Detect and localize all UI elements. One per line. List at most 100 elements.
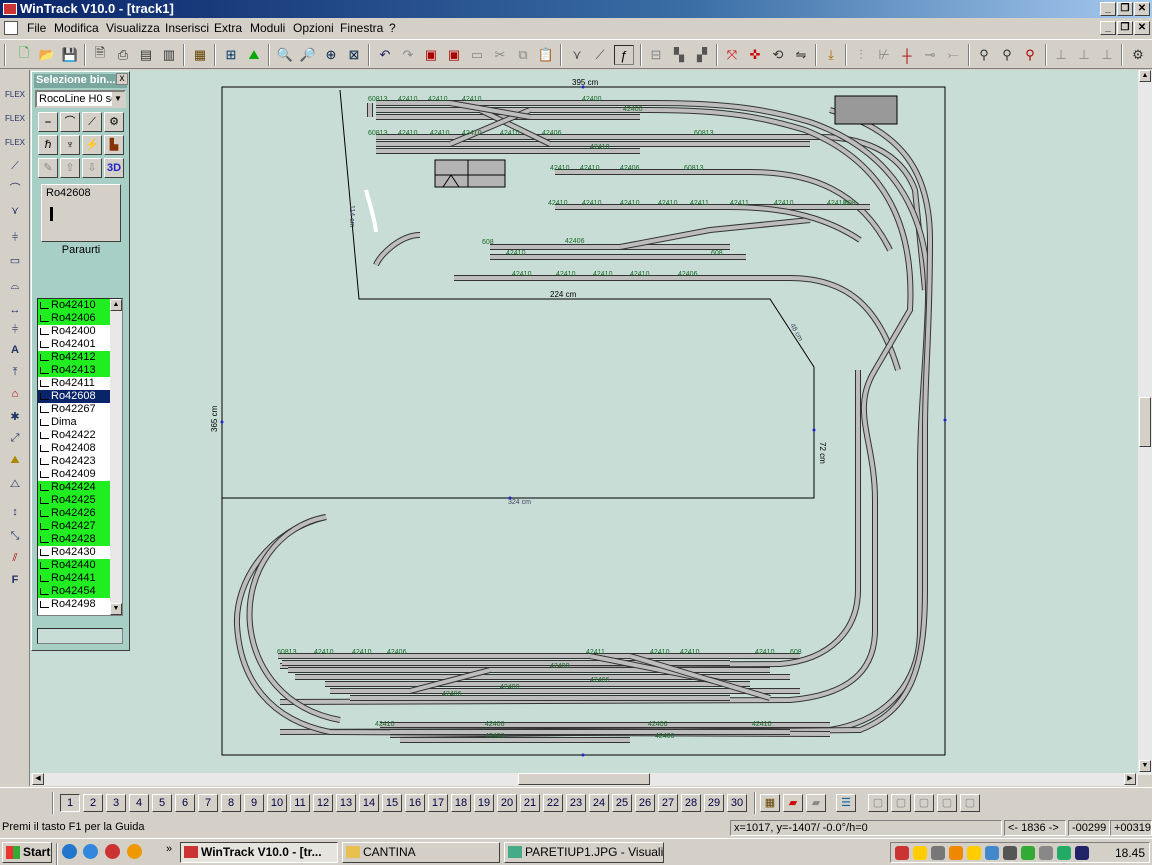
menu-modifica[interactable]: Modifica [54, 21, 99, 35]
layer-button-17[interactable]: 17 [428, 794, 448, 812]
scroll-left-icon[interactable]: ◀ [32, 773, 44, 785]
list-item[interactable]: Ro42427 [38, 520, 110, 533]
layer-button-19[interactable]: 19 [474, 794, 494, 812]
cut-icon[interactable]: ✂ [490, 45, 510, 65]
settings-icon[interactable]: ⚙ [1128, 45, 1148, 65]
task-cantina[interactable]: CANTINA [342, 842, 500, 863]
filter-field[interactable] [37, 628, 123, 644]
list-item[interactable]: Ro42454 [38, 585, 110, 598]
layer-button-3[interactable]: 3 [106, 794, 126, 812]
layer-button-24[interactable]: 24 [589, 794, 609, 812]
view-4-icon[interactable]: ▢ [937, 794, 957, 812]
power-button[interactable]: ⚡ [82, 135, 102, 155]
undo-icon[interactable]: ↶ [375, 45, 395, 65]
curve-track-button[interactable]: ⌒ [60, 112, 80, 132]
flex-track-2-tool-icon[interactable]: FLEX [5, 108, 25, 128]
media-icon[interactable] [105, 844, 120, 859]
tunnel-tool-icon[interactable]: ⫩ [5, 320, 25, 340]
tray-icon-10[interactable] [1057, 846, 1071, 860]
layer-button-15[interactable]: 15 [382, 794, 402, 812]
layer-button-27[interactable]: 27 [658, 794, 678, 812]
scroll-up-icon[interactable]: ▲ [1139, 70, 1151, 82]
grid-icon[interactable]: ⊞ [221, 45, 241, 65]
layer-button-12[interactable]: 12 [313, 794, 333, 812]
disconnect-icon[interactable]: ✜ [745, 45, 765, 65]
tray-shield-icon[interactable] [913, 846, 927, 860]
gradient-tool-icon[interactable]: ⤡ [5, 526, 25, 546]
layer-button-26[interactable]: 26 [635, 794, 655, 812]
paste-icon[interactable]: 📋 [536, 45, 556, 65]
layer-stack-icon[interactable]: ☰ [836, 794, 856, 812]
cross-icon[interactable]: ┼ [897, 45, 917, 65]
extend-icon[interactable]: ⤚ [943, 45, 963, 65]
scroll-down-icon[interactable]: ▼ [1139, 760, 1151, 772]
list-item[interactable]: Ro42406 [38, 312, 110, 325]
copy-icon[interactable]: ⧉ [513, 45, 533, 65]
view-2-icon[interactable]: ▢ [891, 794, 911, 812]
layer-red-icon[interactable]: ▰ [783, 794, 803, 812]
list-item[interactable]: Ro42424 [38, 481, 110, 494]
track-system-select[interactable]: RocoLine H0 se ▼ [35, 90, 126, 108]
bridge-tool-icon[interactable]: ⌓ [5, 276, 25, 296]
list-item[interactable]: Ro42608 [38, 390, 110, 403]
turntable-button[interactable]: ⚙ [104, 112, 124, 132]
document-icon[interactable] [4, 21, 18, 35]
switch-tool-icon[interactable]: ⋎ [5, 200, 25, 220]
font-tool-icon[interactable]: F [5, 570, 25, 590]
view-3d-button[interactable]: 3D [104, 158, 124, 178]
group-icon[interactable]: ▚ [669, 45, 689, 65]
layer-button-1[interactable]: 1 [60, 794, 80, 812]
flex-track-tool-icon[interactable]: FLEX [5, 84, 25, 104]
rotate-icon[interactable]: ⟲ [768, 45, 788, 65]
scenery-tool-icon[interactable]: ✱ [5, 406, 25, 426]
landscape-icon[interactable]: ⛰ [244, 45, 264, 65]
list-item[interactable]: Ro42267 [38, 403, 110, 416]
tray-icon-7[interactable] [1003, 846, 1017, 860]
menu-inserisci[interactable]: Inserisci [165, 21, 209, 35]
join-icon[interactable]: ⊸ [920, 45, 940, 65]
task-wintrack[interactable]: WinTrack V10.0 - [tr... [180, 842, 338, 863]
tray-icon-8[interactable] [1021, 846, 1035, 860]
parts-list-scrollbar[interactable]: ▲ ▼ [110, 299, 122, 615]
new-file-icon[interactable]: 🗋 [14, 45, 34, 65]
restore-button[interactable]: ❐ [1117, 2, 1133, 16]
plot-icon[interactable]: ▤ [136, 45, 156, 65]
menu-extra[interactable]: Extra [214, 21, 242, 35]
terrain-tool-icon[interactable]: ⛰ [5, 450, 25, 470]
layer-button-9[interactable]: 9 [244, 794, 264, 812]
align-icon[interactable]: ⊟ [646, 45, 666, 65]
layer-button-23[interactable]: 23 [566, 794, 586, 812]
list-item[interactable]: Ro42428 [38, 533, 110, 546]
profile-tool-icon[interactable]: ⧍ [5, 474, 25, 494]
track-tool-icon[interactable]: ⟋ [5, 156, 25, 176]
level-3-icon[interactable]: ⊥ [1097, 45, 1117, 65]
menu-visualizza[interactable]: Visualizza [106, 21, 160, 35]
layer-button-4[interactable]: 4 [129, 794, 149, 812]
height-tool-icon[interactable]: ⤒ [5, 362, 25, 382]
zoom-in-icon[interactable]: 🔎 [298, 45, 318, 65]
list-item[interactable]: Ro42430 [38, 546, 110, 559]
list-item[interactable]: Ro42426 [38, 507, 110, 520]
layer-button-21[interactable]: 21 [520, 794, 540, 812]
scroll-thumb[interactable] [1139, 397, 1151, 447]
scroll-right-icon[interactable]: ▶ [1124, 773, 1136, 785]
list-item[interactable]: Ro42440 [38, 559, 110, 572]
drawing-area[interactable]: 60813 42410 42410 42410 42400 42400 60813 42410… [30, 70, 1138, 775]
list-item[interactable]: Ro42413 [38, 364, 110, 377]
layer-gray-icon[interactable]: ▰ [806, 794, 826, 812]
scroll-down-icon[interactable]: ▼ [110, 603, 122, 615]
down-button[interactable]: ⇩ [82, 158, 102, 178]
mirror-icon[interactable]: ⇋ [791, 45, 811, 65]
bridge-button[interactable]: ▙ [104, 135, 124, 155]
layer-button-7[interactable]: 7 [198, 794, 218, 812]
menu-file[interactable]: File [27, 21, 46, 35]
signal-icon[interactable]: ⚲ [974, 45, 994, 65]
up-button[interactable]: ⇧ [60, 158, 80, 178]
canvas-vertical-scrollbar[interactable]: ▲ ▼ [1138, 70, 1152, 775]
tray-icon-6[interactable] [985, 846, 999, 860]
ungroup-icon[interactable]: ▞ [692, 45, 712, 65]
zoom-window-icon[interactable]: ⊕ [321, 45, 341, 65]
layer-button-11[interactable]: 11 [290, 794, 310, 812]
list-item[interactable]: Ro42422 [38, 429, 110, 442]
rail-tool-icon[interactable]: ⫩ [5, 228, 25, 248]
